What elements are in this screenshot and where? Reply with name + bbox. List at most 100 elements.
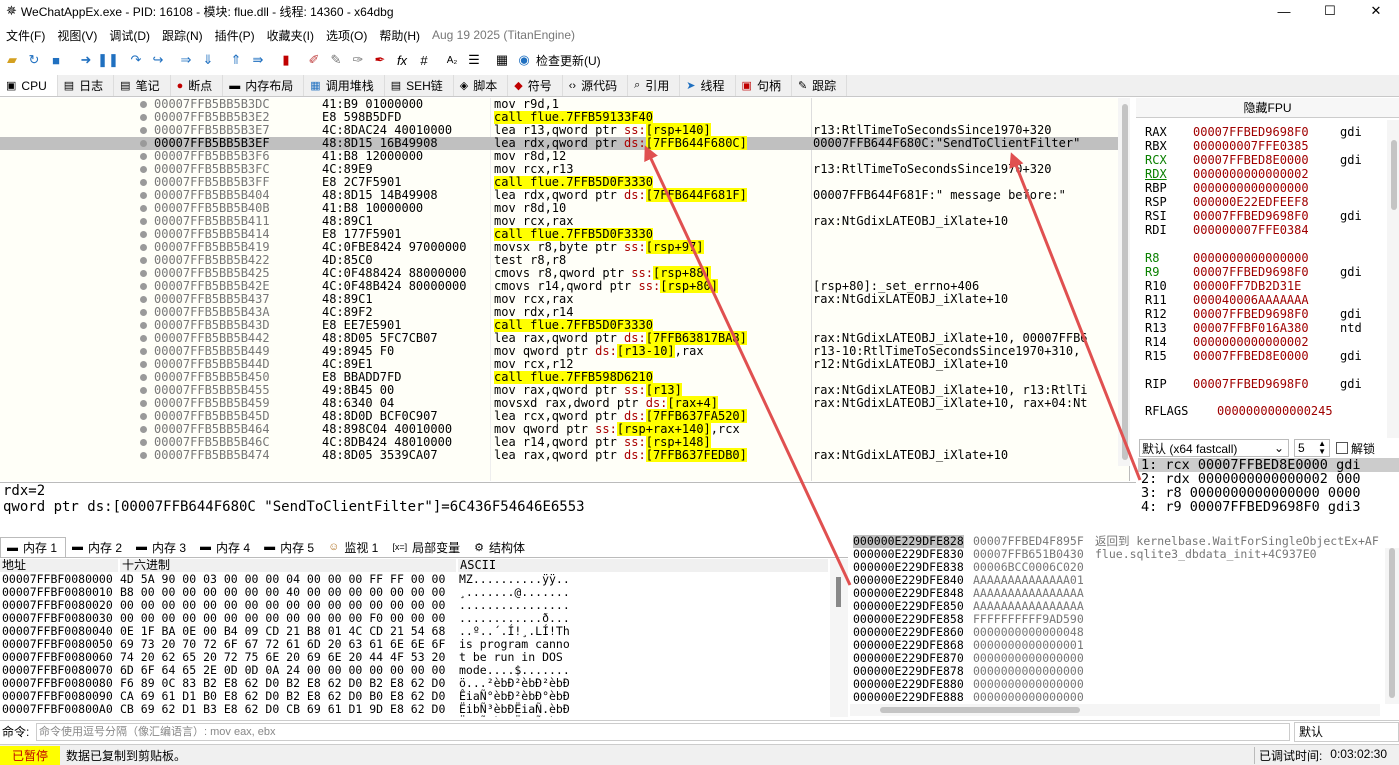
breakpoint-dot[interactable] <box>140 140 147 147</box>
breakpoint-dot[interactable] <box>140 387 147 394</box>
menu-options[interactable]: 选项(O) <box>320 27 373 44</box>
run-to-user-code-icon[interactable]: ⇛ <box>248 51 268 69</box>
menu-trace[interactable]: 跟踪(N) <box>156 27 209 44</box>
breakpoint-dot[interactable] <box>140 400 147 407</box>
register-row[interactable]: R8 0000000000000000 <box>1145 251 1309 265</box>
register-value[interactable]: 000040006AAAAAAA <box>1193 293 1309 307</box>
list-icon[interactable]: ☰ <box>464 51 484 69</box>
register-row[interactable]: RBX 000000007FFE0385 <box>1145 139 1309 153</box>
breakpoint-dot[interactable] <box>140 179 147 186</box>
scylla-icon[interactable]: ▮ <box>276 51 296 69</box>
menu-file[interactable]: 文件(F) <box>0 27 51 44</box>
stack-row[interactable]: 000000E229DFE888 0000000000000000 <box>850 691 1399 704</box>
tab-threads[interactable]: ➤ 线程 <box>680 75 736 96</box>
function-icon[interactable]: fx <box>392 51 412 69</box>
register-row[interactable]: RSI 00007FFBED9698F0 gdi <box>1145 209 1362 223</box>
argument-row[interactable]: 2: rdx 0000000000000002 000 <box>1138 472 1399 486</box>
globe-icon[interactable]: ◉ <box>514 51 534 69</box>
register-value[interactable]: 0000000000000000 <box>1193 251 1309 265</box>
registers-panel[interactable]: 隐藏FPU RAX 00007FFBED9698F0 gdi RBX 000000007… <box>1136 98 1399 438</box>
column-header-hex[interactable]: 十六进制 <box>120 559 456 572</box>
breakpoint-dot[interactable] <box>140 374 147 381</box>
register-row[interactable]: RBP 0000000000000000 <box>1145 181 1309 195</box>
register-row[interactable]: RAX 00007FFBED9698F0 gdi <box>1145 125 1362 139</box>
register-value[interactable]: 00007FFBED9698F0 <box>1193 265 1309 279</box>
rflags-row[interactable]: RFLAGS 0000000000000245 <box>1145 404 1333 418</box>
breakpoint-dot[interactable] <box>140 153 147 160</box>
disassembly-vertical-scrollbar[interactable] <box>1118 98 1130 466</box>
argument-row[interactable]: 4: r9 00007FFBED9698F0 gdi3 <box>1138 500 1399 514</box>
menu-view[interactable]: 视图(V) <box>51 27 103 44</box>
stack-vertical-scrollbar[interactable] <box>1385 548 1399 704</box>
step-into-icon[interactable]: ↷ <box>126 51 146 69</box>
execute-till-return-icon[interactable]: ⇑ <box>226 51 246 69</box>
register-value[interactable]: 00000FF7DB2D31E <box>1193 279 1301 293</box>
minimize-button[interactable]: — <box>1261 0 1307 22</box>
register-value[interactable]: 0000000000000002 <box>1193 167 1309 181</box>
register-value[interactable]: 00007FFBED9698F0 <box>1193 125 1309 139</box>
argument-row[interactable]: 3: r8 0000000000000000 0000 <box>1138 486 1399 500</box>
disasm-row[interactable]: 00007FFB5BB5B474 48:8D05 3539CA07 lea rax,… <box>0 448 1129 462</box>
register-value[interactable]: 00007FFBED8E0000 <box>1193 153 1309 167</box>
menu-debug[interactable]: 调试(D) <box>103 27 156 44</box>
register-row[interactable]: R11 000040006AAAAAAA <box>1145 293 1309 307</box>
run-icon[interactable]: ➜ <box>76 51 96 69</box>
menu-favourites[interactable]: 收藏夹(I) <box>261 27 320 44</box>
tab-cpu[interactable]: ▣ CPU <box>0 75 58 96</box>
breakpoint-dot[interactable] <box>140 114 147 121</box>
breakpoint-dot[interactable] <box>140 218 147 225</box>
comment-icon[interactable]: ✎ <box>326 51 346 69</box>
step-over-icon[interactable]: ↪ <box>148 51 168 69</box>
breakpoint-dot[interactable] <box>140 309 147 316</box>
hash-icon[interactable]: # <box>414 51 434 69</box>
tab-locals[interactable]: [x=] 局部变量 <box>386 537 468 557</box>
calculator-icon[interactable]: ▦ <box>492 51 512 69</box>
breakpoint-dot[interactable] <box>140 231 147 238</box>
stack-scrollbar[interactable] <box>850 704 1380 716</box>
register-row[interactable]: RCX 00007FFBED8E0000 gdi <box>1145 153 1362 167</box>
arg-count-spinner[interactable]: 5 ▲ ▼ <box>1294 439 1330 457</box>
tab-memory-1[interactable]: ▬ 内存 1 <box>0 537 67 557</box>
register-row[interactable]: R13 00007FFBF016A380 ntd <box>1145 321 1362 335</box>
register-row[interactable]: R10 00000FF7DB2D31E <box>1145 279 1301 293</box>
dump-hex[interactable]: CB 69 66 D1 B8 E8 62 D0 CB 69 67 D1 B8 E… <box>120 716 445 718</box>
tab-references[interactable]: ⌕ 引用 <box>628 75 681 96</box>
tab-breakpoints[interactable]: ● 断点 <box>171 75 224 96</box>
breakpoint-dot[interactable] <box>140 296 147 303</box>
register-value[interactable]: 0000000000000000 <box>1193 181 1309 195</box>
column-header-ascii[interactable]: ASCII <box>458 559 828 572</box>
check-update-button[interactable]: 检查更新(U) <box>536 52 601 69</box>
tab-seh[interactable]: ▤ SEH链 <box>385 75 454 96</box>
breakpoint-dot[interactable] <box>140 348 147 355</box>
patch-icon[interactable]: ✐ <box>304 51 324 69</box>
tab-memory-2[interactable]: ▬ 内存 2 <box>66 537 130 557</box>
tab-memory-3[interactable]: ▬ 内存 3 <box>130 537 194 557</box>
argument-row[interactable]: 1: rcx 00007FFBED8E0000 gdi <box>1138 458 1399 472</box>
register-value[interactable]: 00007FFBED9698F0 <box>1193 377 1309 391</box>
column-header-address[interactable]: 地址 <box>0 559 118 572</box>
strings-icon[interactable]: A₂ <box>442 51 462 69</box>
register-value[interactable]: 000000007FFE0385 <box>1193 139 1309 153</box>
tab-symbols[interactable]: ◆ 符号 <box>508 75 563 96</box>
breakpoint-dot[interactable] <box>140 426 147 433</box>
breakpoint-dot[interactable] <box>140 205 147 212</box>
register-value[interactable]: 00007FFBED9698F0 <box>1193 307 1309 321</box>
pause-icon[interactable]: ❚❚ <box>97 51 119 69</box>
breakpoint-dot[interactable] <box>140 166 147 173</box>
register-value[interactable]: 0000000000000002 <box>1193 335 1309 349</box>
breakpoint-dot[interactable] <box>140 257 147 264</box>
register-row[interactable]: R9 00007FFBED9698F0 gdi <box>1145 265 1362 279</box>
breakpoint-dot[interactable] <box>140 322 147 329</box>
register-value[interactable]: 000000007FFE0384 <box>1193 223 1309 237</box>
restart-icon[interactable]: ↻ <box>24 51 44 69</box>
breakpoint-dot[interactable] <box>140 101 147 108</box>
bookmark-icon[interactable]: ✒ <box>370 51 390 69</box>
breakpoint-dot[interactable] <box>140 127 147 134</box>
dump-scrollbar[interactable] <box>830 559 848 717</box>
breakpoint-dot[interactable] <box>140 283 147 290</box>
calling-convention-select[interactable]: 默认 (x64 fastcall) ⌄ <box>1139 439 1289 457</box>
memory-dump[interactable]: 地址 十六进制 ASCII 00007FFBF0080000 4D 5A 90 0… <box>0 559 830 717</box>
breakpoint-dot[interactable] <box>140 361 147 368</box>
tab-log[interactable]: ▤ 日志 <box>58 75 115 96</box>
trace-into-icon[interactable]: ⇒ <box>176 51 196 69</box>
